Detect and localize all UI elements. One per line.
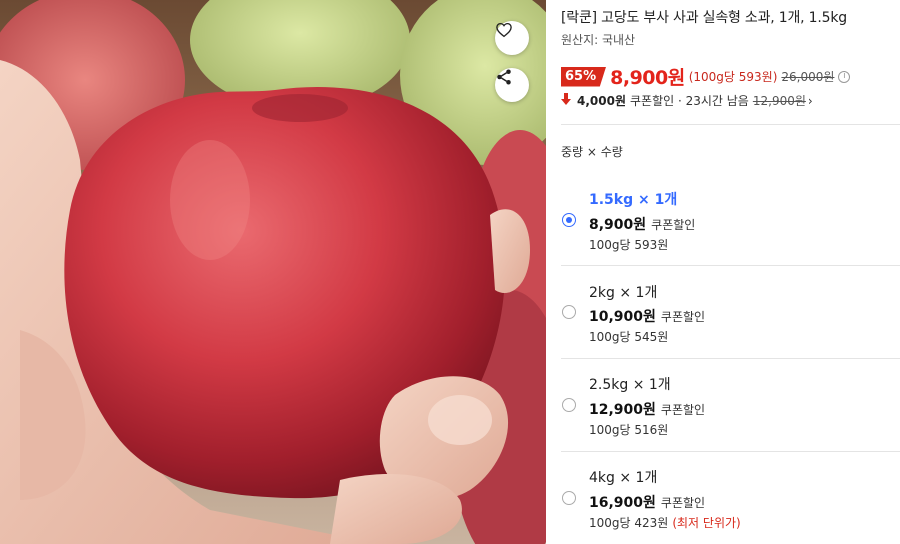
product-image [0,0,546,544]
product-origin: 원산지: 국내산 [561,33,636,47]
coupon-previous-price: 12,900원 [752,94,806,108]
product-title: [락쿤] 고당도 부사 사과 실속형 소과, 1개, 1.5kg [561,10,847,26]
wishlist-button[interactable] [495,21,529,55]
option-unit-price: 100g당 423원 (최저 단위가) [589,514,741,531]
share-icon [497,69,511,85]
option-price: 10,900원 [589,309,656,325]
option-item[interactable]: 2.5kg × 1개 12,900원 쿠폰할인 100g당 516원 [561,358,900,451]
option-price: 16,900원 [589,495,656,511]
option-item[interactable]: 2kg × 1개 10,900원 쿠폰할인 100g당 545원 [561,265,900,358]
option-price-line: 12,900원 쿠폰할인 [589,399,705,419]
option-price: 8,900원 [589,217,647,233]
info-icon[interactable]: i [838,70,851,83]
option-radio[interactable] [562,213,576,227]
option-name: 4kg × 1개 [589,470,658,486]
option-name: 2kg × 1개 [589,285,658,301]
chevron-right-icon: › [807,93,813,108]
coupon-description: 쿠폰할인 · 23시간 남음 [630,94,749,108]
option-name: 2.5kg × 1개 [589,377,671,393]
divider [561,124,900,125]
original-price: 26,000원 [781,70,835,84]
option-radio[interactable] [562,305,576,319]
option-item[interactable]: 4kg × 1개 16,900원 쿠폰할인 100g당 423원 (최저 단위가) [561,451,900,544]
option-unit-price: 100g당 516원 [589,421,672,438]
option-unit-text: 100g당 423원 [589,516,669,530]
option-radio[interactable] [562,398,576,412]
option-item[interactable]: 1.5kg × 1개 8,900원 쿠폰할인 100g당 593원 [561,172,900,265]
option-unit-text: 100g당 516원 [589,423,669,437]
option-price: 12,900원 [589,402,656,418]
coupon-amount: 4,000원 [577,94,626,108]
option-best-badge: (최저 단위가) [672,516,741,530]
option-price-line: 16,900원 쿠폰할인 [589,492,705,512]
option-coupon-label: 쿠폰할인 [660,496,706,510]
unit-price: (100g당 593원) [688,70,778,84]
option-coupon-label: 쿠폰할인 [660,310,706,324]
option-unit-text: 100g당 593원 [589,238,669,252]
apple-photo [0,0,546,544]
option-radio[interactable] [562,491,576,505]
option-coupon-label: 쿠폰할인 [651,218,696,232]
coupon-row[interactable]: 4,000원 쿠폰할인 · 23시간 남음 12,900원 › [561,92,813,109]
discount-badge: 65% [561,66,607,87]
option-unit-text: 100g당 545원 [589,330,669,344]
sale-price: 8,900원 [610,67,685,89]
share-button[interactable] [495,68,529,102]
product-info-panel: [락쿤] 고당도 부사 사과 실속형 소과, 1개, 1.5kg 원산지: 국내… [561,0,900,544]
down-arrow-icon [561,93,571,108]
option-name: 1.5kg × 1개 [589,192,678,208]
price-row: 65% 8,900원 (100g당 593원) 26,000원 i [561,63,851,90]
option-price-line: 8,900원 쿠폰할인 [589,214,695,234]
option-unit-price: 100g당 593원 [589,236,672,253]
option-price-line: 10,900원 쿠폰할인 [589,306,705,326]
heart-icon [496,22,512,38]
option-coupon-label: 쿠폰할인 [660,403,706,417]
option-unit-price: 100g당 545원 [589,328,672,345]
option-header: 중량 × 수량 [561,145,623,159]
